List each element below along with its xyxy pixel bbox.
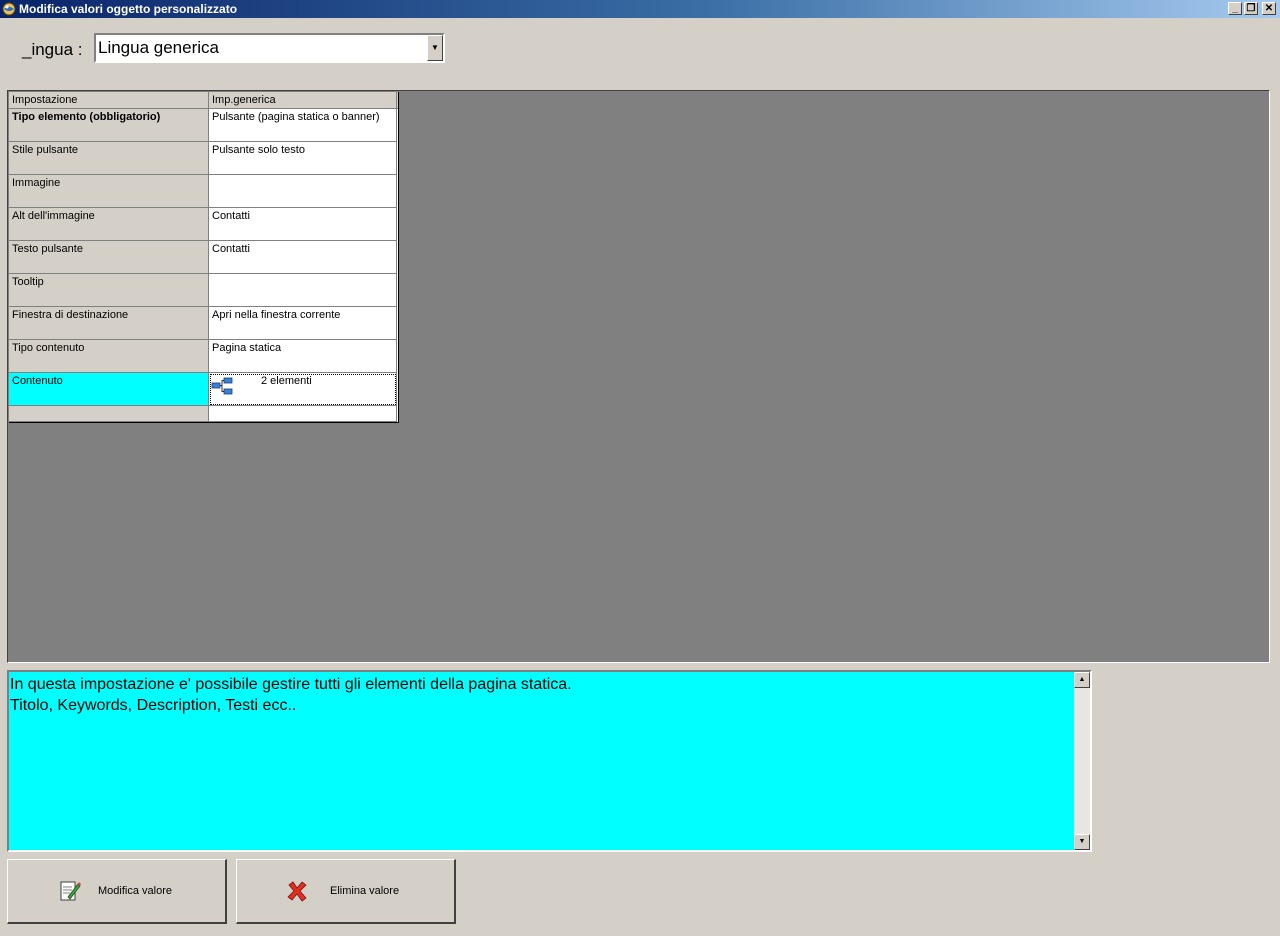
close-button[interactable]: ✕ (1262, 2, 1276, 15)
grid-header: Impostazione Imp.generica (9, 92, 398, 109)
row-value[interactable] (209, 175, 397, 208)
row-key[interactable]: Tooltip (9, 274, 209, 307)
table-row[interactable]: Tipo elemento (obbligatorio) Pulsante (p… (9, 109, 398, 142)
table-row-empty[interactable] (9, 406, 398, 422)
edit-document-icon (60, 881, 81, 901)
delete-value-button[interactable]: Elimina valore (236, 859, 456, 924)
column-header-setting[interactable]: Impostazione (9, 92, 209, 108)
row-key[interactable]: Tipo contenuto (9, 340, 209, 373)
row-key[interactable] (9, 406, 209, 422)
description-line: Titolo, Keywords, Description, Testi ecc… (10, 697, 297, 714)
description-textarea[interactable]: In questa impostazione e' possibile gest… (7, 670, 1092, 852)
chevron-down-icon: ▼ (431, 43, 439, 52)
arrow-up-icon: ▲ (1078, 676, 1086, 683)
row-key[interactable]: Tipo elemento (obbligatorio) (9, 109, 209, 142)
table-row-selected[interactable]: Contenuto 2 elementi (9, 373, 398, 406)
table-row[interactable]: Finestra di destinazione Apri nella fine… (9, 307, 398, 340)
content-count: 2 elementi (261, 375, 312, 387)
row-key[interactable]: Alt dell'immagine (9, 208, 209, 241)
description-text: In questa impostazione e' possibile gest… (10, 674, 572, 716)
arrow-down-icon: ▼ (1078, 838, 1086, 845)
row-key[interactable]: Immagine (9, 175, 209, 208)
table-row[interactable]: Testo pulsante Contatti (9, 241, 398, 274)
edit-value-label: Modifica valore (98, 885, 172, 897)
row-value[interactable]: 2 elementi (209, 373, 397, 406)
red-x-icon (287, 881, 307, 902)
language-select-value: Lingua generica (98, 38, 219, 57)
row-key[interactable]: Stile pulsante (9, 142, 209, 175)
table-row[interactable]: Tooltip (9, 274, 398, 307)
delete-value-label: Elimina valore (330, 885, 400, 897)
restore-button[interactable]: ❐ (1244, 2, 1258, 15)
vertical-scrollbar[interactable]: ▲ ▼ (1074, 672, 1090, 850)
row-value[interactable]: Pagina statica (209, 340, 397, 373)
window-title: Modifica valori oggetto personalizzato (19, 2, 238, 16)
tree-structure-icon (211, 377, 233, 395)
app-globe-icon (2, 2, 16, 16)
row-value[interactable] (209, 406, 397, 422)
row-value[interactable]: Contatti (209, 208, 397, 241)
row-value[interactable]: Apri nella finestra corrente (209, 307, 397, 340)
dropdown-button[interactable]: ▼ (427, 35, 443, 61)
table-row[interactable]: Alt dell'immagine Contatti (9, 208, 398, 241)
description-line: In questa impostazione e' possibile gest… (10, 676, 572, 693)
language-label: _ingua : (22, 40, 83, 59)
row-value[interactable]: Contatti (209, 241, 397, 274)
table-row[interactable]: Immagine (9, 175, 398, 208)
row-key[interactable]: Contenuto (9, 373, 209, 406)
restore-icon: ❐ (1246, 3, 1256, 14)
close-icon: ✕ (1264, 3, 1274, 14)
settings-grid[interactable]: Impostazione Imp.generica Tipo elemento … (9, 92, 399, 423)
table-row[interactable]: Stile pulsante Pulsante solo testo (9, 142, 398, 175)
language-select[interactable]: Lingua generica ▼ (94, 33, 445, 63)
title-bar[interactable]: Modifica valori oggetto personalizzato _… (0, 0, 1280, 18)
minimize-button[interactable]: _ (1228, 2, 1242, 15)
row-value[interactable]: Pulsante (pagina statica o banner) (209, 109, 397, 142)
row-value[interactable]: Pulsante solo testo (209, 142, 397, 175)
minimize-icon: _ (1232, 3, 1238, 14)
column-header-generic-value[interactable]: Imp.generica (209, 92, 397, 108)
table-row[interactable]: Tipo contenuto Pagina statica (9, 340, 398, 373)
edit-value-button[interactable]: Modifica valore (7, 859, 227, 924)
row-key[interactable]: Testo pulsante (9, 241, 209, 274)
scroll-down-button[interactable]: ▼ (1074, 834, 1090, 850)
row-value[interactable] (209, 274, 397, 307)
scroll-up-button[interactable]: ▲ (1074, 672, 1090, 688)
settings-grid-area: Impostazione Imp.generica Tipo elemento … (7, 90, 1270, 663)
row-key[interactable]: Finestra di destinazione (9, 307, 209, 340)
